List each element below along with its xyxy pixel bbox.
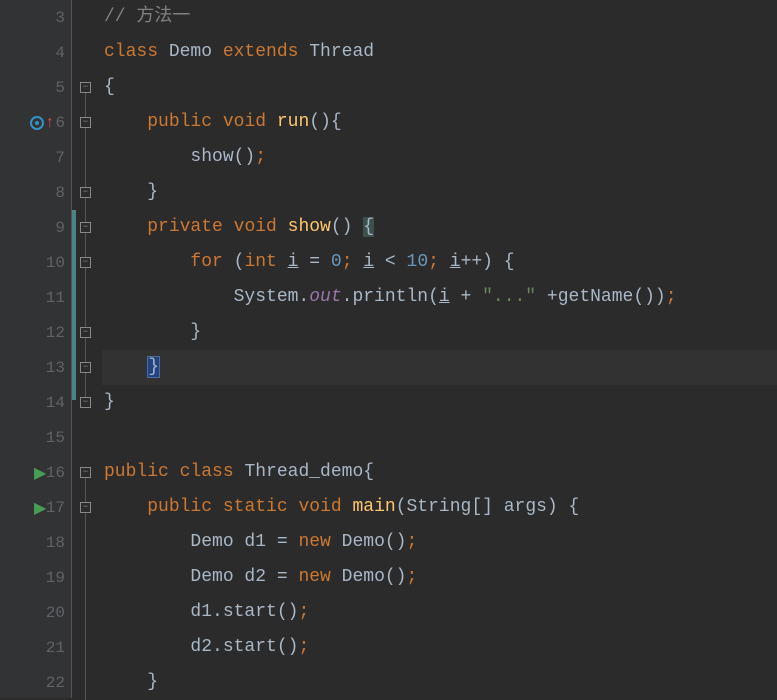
line-number: 4 [0, 35, 71, 70]
line-number: 3 [0, 0, 71, 35]
line-number: 12 [0, 315, 71, 350]
line-number: 22 [0, 665, 71, 700]
code-line[interactable]: System.out.println(i + "..." +getName())… [102, 280, 777, 315]
fold-toggle-icon[interactable]: − [80, 467, 91, 478]
code-line[interactable]: public class Thread_demo{ [102, 455, 777, 490]
fold-column: − − − − − − − − − − [72, 0, 102, 698]
code-line[interactable]: { [102, 70, 777, 105]
code-line[interactable]: show(); [102, 140, 777, 175]
line-number: 15 [0, 420, 71, 455]
code-line[interactable]: d2.start(); [102, 630, 777, 665]
line-number: 8 [0, 175, 71, 210]
line-number: 21 [0, 630, 71, 665]
code-line[interactable]: Demo d2 = new Demo(); [102, 560, 777, 595]
line-number: ▶ 17 [0, 490, 71, 525]
code-line-current[interactable]: } [102, 350, 777, 385]
line-number: 9 [0, 210, 71, 245]
line-number: 5 [0, 70, 71, 105]
line-number: 19 [0, 560, 71, 595]
line-number: 20 [0, 595, 71, 630]
fold-toggle-icon[interactable]: − [80, 257, 91, 268]
fold-toggle-icon[interactable]: − [80, 502, 91, 513]
code-line[interactable]: Demo d1 = new Demo(); [102, 525, 777, 560]
code-line[interactable]: class Demo extends Thread [102, 35, 777, 70]
code-line[interactable]: for (int i = 0; i < 10; i++) { [102, 245, 777, 280]
fold-toggle-icon[interactable]: − [80, 362, 91, 373]
code-line[interactable]: } [102, 665, 777, 700]
line-number: 13 [0, 350, 71, 385]
code-line[interactable]: // 方法一 [102, 0, 777, 35]
code-line[interactable]: public static void main(String[] args) { [102, 490, 777, 525]
code-editor[interactable]: 3 4 5 ↑ 6 7 8 9 10 11 12 13 14 15 ▶ 16 ▶… [0, 0, 777, 698]
line-number: ↑ 6 [0, 105, 71, 140]
code-line[interactable]: d1.start(); [102, 595, 777, 630]
run-gutter-icon[interactable]: ▶ [34, 463, 46, 483]
run-gutter-icon[interactable]: ▶ [34, 498, 46, 518]
line-number: 14 [0, 385, 71, 420]
fold-toggle-icon[interactable]: − [80, 327, 91, 338]
line-number: 11 [0, 280, 71, 315]
line-number-gutter: 3 4 5 ↑ 6 7 8 9 10 11 12 13 14 15 ▶ 16 ▶… [0, 0, 72, 698]
code-line[interactable]: private void show() { [102, 210, 777, 245]
line-number: ▶ 16 [0, 455, 71, 490]
code-line[interactable]: } [102, 315, 777, 350]
code-line[interactable]: public void run(){ [102, 105, 777, 140]
code-line[interactable]: } [102, 385, 777, 420]
fold-toggle-icon[interactable]: − [80, 117, 91, 128]
line-number: 10 [0, 245, 71, 280]
fold-toggle-icon[interactable]: − [80, 222, 91, 233]
code-line[interactable] [102, 420, 777, 455]
fold-toggle-icon[interactable]: − [80, 397, 91, 408]
fold-toggle-icon[interactable]: − [80, 82, 91, 93]
line-number: 7 [0, 140, 71, 175]
code-line[interactable]: } [102, 175, 777, 210]
override-icon[interactable]: ↑ [30, 114, 55, 132]
line-number: 18 [0, 525, 71, 560]
code-area[interactable]: // 方法一 class Demo extends Thread { publi… [102, 0, 777, 698]
fold-toggle-icon[interactable]: − [80, 187, 91, 198]
